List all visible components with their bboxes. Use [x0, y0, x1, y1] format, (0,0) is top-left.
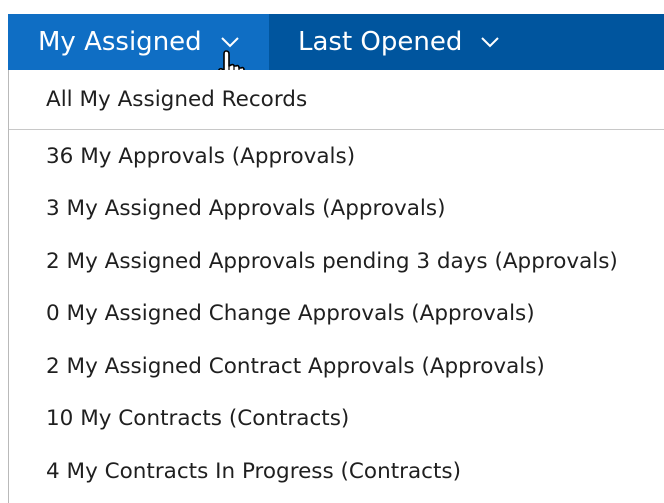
menu-item[interactable]: 3 My Assigned Approvals (Approvals)	[9, 183, 664, 236]
nav-bar: My Assigned Last Opened	[8, 14, 664, 70]
chevron-down-icon[interactable]	[480, 35, 500, 49]
menu-item-label: 2 My Assigned Approvals pending 3 days (…	[46, 248, 618, 274]
menu-item[interactable]: 2 My Assigned Approvals pending 3 days (…	[9, 235, 664, 288]
menu-item[interactable]: 4 My Contracts In Progress (Contracts)	[9, 445, 664, 498]
menu-item-label: 3 My Assigned Approvals (Approvals)	[46, 196, 446, 222]
menu-item-label: 0 My Assigned Change Approvals (Approval…	[46, 301, 535, 327]
menu-item-label: 4 My Contracts In Progress (Contracts)	[46, 458, 461, 484]
tab-last-opened[interactable]: Last Opened	[298, 14, 500, 70]
menu-item[interactable]: 36 My Approvals (Approvals)	[9, 130, 664, 183]
menu-item-label: All My Assigned Records	[46, 87, 308, 112]
tab-last-opened-label: Last Opened	[298, 27, 463, 57]
menu-item[interactable]: 0 My Assigned Change Approvals (Approval…	[9, 288, 664, 341]
menu-item-label: 10 My Contracts (Contracts)	[46, 406, 350, 432]
menu-item-label: 36 My Approvals (Approvals)	[46, 143, 356, 169]
menu-item-label: 2 My Assigned Contract Approvals (Approv…	[46, 353, 545, 379]
menu-item-all-my-assigned-records[interactable]: All My Assigned Records	[9, 70, 664, 130]
menu-item[interactable]: 2 My Assigned Contract Approvals (Approv…	[9, 340, 664, 393]
menu-item[interactable]: 10 My Contracts (Contracts)	[9, 393, 664, 446]
menu-list: 36 My Approvals (Approvals) 3 My Assigne…	[9, 130, 664, 498]
tab-my-assigned-label: My Assigned	[38, 27, 202, 57]
dropdown-menu: All My Assigned Records 36 My Approvals …	[8, 70, 664, 503]
chevron-down-icon[interactable]	[220, 35, 240, 49]
